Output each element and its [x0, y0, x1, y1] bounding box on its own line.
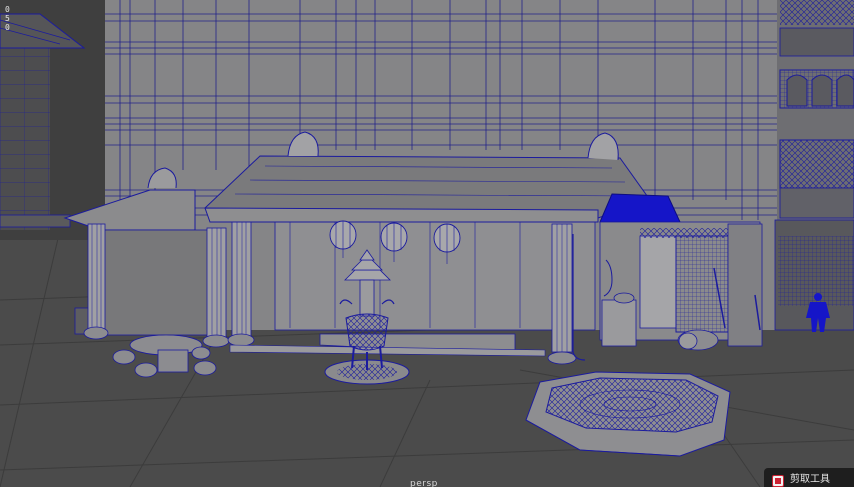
- maya-viewport[interactable]: 0 5 0 persp 剪取工具: [0, 0, 854, 487]
- lanterns: [329, 220, 461, 253]
- snipping-tool-taskbar-item[interactable]: 剪取工具: [764, 468, 854, 487]
- snipping-tool-label: 剪取工具: [790, 474, 830, 485]
- scene-wireframe: [0, 0, 854, 487]
- right-building: [774, 0, 854, 331]
- axis-indicator-line-3: 0: [5, 23, 10, 32]
- axis-indicator-line-1: 0: [5, 5, 10, 14]
- axis-indicator-line-2: 5: [5, 14, 10, 23]
- snipping-tool-icon: [772, 472, 784, 487]
- camera-name-label: persp: [410, 479, 438, 487]
- axis-indicator: 0 5 0: [5, 5, 10, 32]
